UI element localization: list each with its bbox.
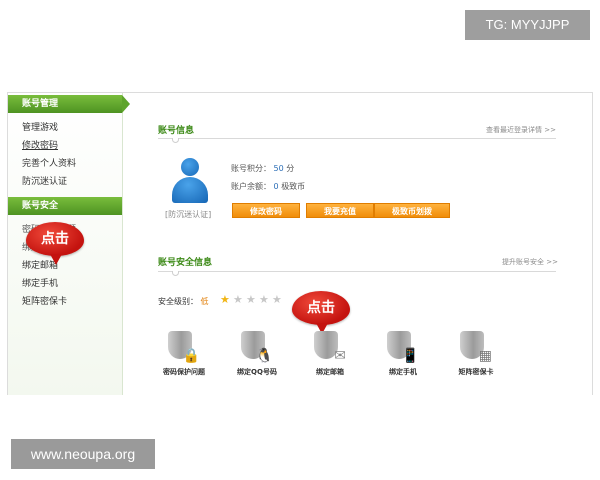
sidebar-header-label: 账号安全 <box>22 201 59 211</box>
improve-security-link[interactable]: 提升账号安全 >> <box>502 257 558 267</box>
click-hint-bubble-main: 点击 <box>292 291 350 334</box>
anti-addiction-caption[interactable]: [防沉迷认证] <box>165 209 211 220</box>
coin-transfer-button[interactable]: 极致币划拨 <box>374 203 450 218</box>
points-unit: 分 <box>286 164 295 173</box>
security-level-label: 安全级别： <box>158 297 198 306</box>
click-hint-bubble-sidebar: 点击 <box>26 222 84 265</box>
site-watermark: www.neoupa.org <box>11 439 155 469</box>
star-empty-icon: ★ <box>246 293 256 306</box>
sidebar-item-profile[interactable]: 完善个人资料 <box>8 155 122 173</box>
security-level: 安全级别： 低 <box>158 296 209 307</box>
section-divider <box>158 271 556 272</box>
sidebar-item-manage-games[interactable]: 管理游戏 <box>8 119 122 137</box>
security-item-label: 矩阵密保卡 <box>458 368 494 376</box>
account-center-panel: 账号管理 管理游戏 修改密码 完善个人资料 防沉迷认证 账号安全 密码保护问题 … <box>7 92 593 395</box>
sidebar-item-bind-phone[interactable]: 绑定手机 <box>8 275 122 293</box>
section-divider <box>158 138 556 139</box>
star-filled-icon: ★ <box>220 293 230 306</box>
recent-login-link[interactable]: 查看最近登录详情 >> <box>486 125 556 135</box>
account-info-title: 账号信息 <box>158 126 195 136</box>
change-password-button[interactable]: 修改密码 <box>232 203 300 218</box>
divider-knob <box>172 271 179 276</box>
points-label: 账号积分： <box>231 164 271 173</box>
sidebar-header-account-management[interactable]: 账号管理 <box>8 95 130 113</box>
security-item-email[interactable]: ✉ 绑定邮箱 <box>300 331 360 377</box>
security-item-question[interactable]: 🔒 密码保护问题 <box>154 331 214 377</box>
security-level-value: 低 <box>200 297 209 306</box>
security-item-label: 绑定邮箱 <box>316 368 344 376</box>
security-item-label: 绑定QQ号码 <box>237 368 277 376</box>
sidebar-item-anti-addiction[interactable]: 防沉迷认证 <box>8 173 122 191</box>
balance-value: 0 <box>273 182 279 191</box>
qq-penguin-shield-icon: 🐧 <box>241 331 273 363</box>
points-value: 50 <box>273 164 284 173</box>
phone-shield-icon: 📱 <box>387 331 419 363</box>
sidebar-item-change-password[interactable]: 修改密码 <box>8 137 122 155</box>
star-empty-icon: ★ <box>272 293 282 306</box>
security-item-label: 绑定手机 <box>389 368 417 376</box>
star-empty-icon: ★ <box>259 293 269 306</box>
recharge-button[interactable]: 我要充值 <box>306 203 374 218</box>
tg-watermark: TG: MYYJJPP <box>465 10 590 40</box>
user-avatar-icon <box>172 158 208 204</box>
card-shield-icon: ▦ <box>460 331 492 363</box>
security-item-qq[interactable]: 🐧 绑定QQ号码 <box>227 331 287 377</box>
sidebar-item-bind-email[interactable]: 绑定邮箱 <box>8 257 122 275</box>
balance-unit: 极致币 <box>281 182 306 191</box>
envelope-shield-icon: ✉ <box>314 331 346 363</box>
security-item-label: 密码保护问题 <box>163 368 205 376</box>
divider-knob <box>172 138 179 143</box>
active-arrow-icon <box>122 95 130 113</box>
lock-shield-icon: 🔒 <box>168 331 200 363</box>
balance-row: 账户余额： 0 极致币 <box>231 181 305 192</box>
sidebar-header-label: 账号管理 <box>22 99 59 109</box>
balance-label: 账户余额： <box>231 182 271 191</box>
security-info-title: 账号安全信息 <box>158 258 213 268</box>
security-item-phone[interactable]: 📱 绑定手机 <box>373 331 433 377</box>
sidebar-header-account-security[interactable]: 账号安全 <box>8 197 122 215</box>
star-empty-icon: ★ <box>233 293 243 306</box>
security-item-matrix-card[interactable]: ▦ 矩阵密保卡 <box>446 331 506 377</box>
sidebar-item-matrix-card[interactable]: 矩阵密保卡 <box>8 293 122 311</box>
points-row: 账号积分： 50 分 <box>231 163 294 174</box>
